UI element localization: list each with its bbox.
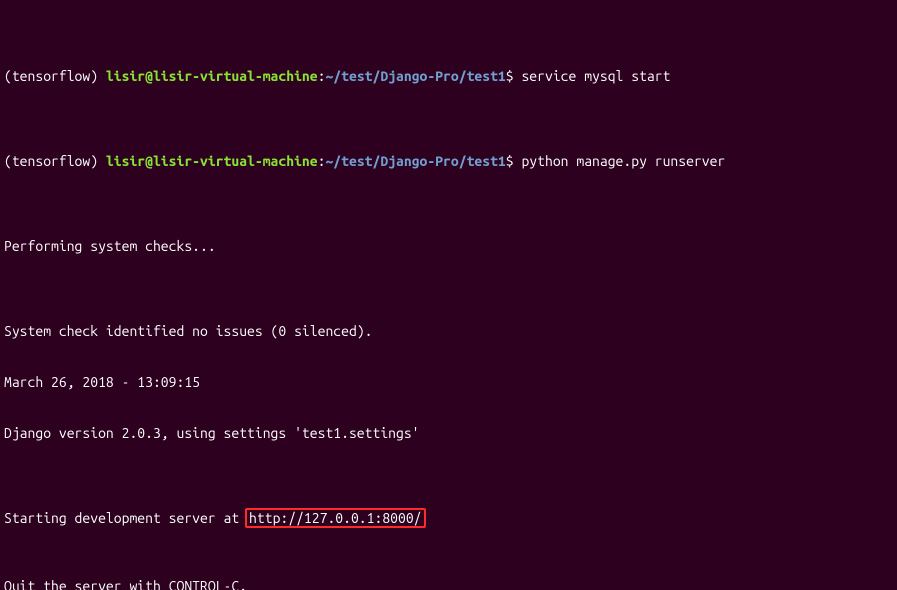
prompt-line: (tensorflow) lisir@lisir-virtual-machine… <box>4 68 893 85</box>
prompt-symbol: $ <box>506 153 522 169</box>
dev-server-prefix: Starting development server at <box>4 510 247 526</box>
venv-name: (tensorflow) <box>4 68 106 84</box>
prompt-symbol: $ <box>506 68 522 84</box>
output-line: Performing system checks... <box>4 238 893 255</box>
quit-hint: Quit the server with CONTROL-C. <box>4 578 893 590</box>
prompt-line: (tensorflow) lisir@lisir-virtual-machine… <box>4 153 893 170</box>
venv-name: (tensorflow) <box>4 153 106 169</box>
cwd-path: ~/test/Django-Pro/test1 <box>325 68 505 84</box>
output-line: System check identified no issues (0 sil… <box>4 323 893 340</box>
dev-server-url-highlight: http://127.0.0.1:8000/ <box>245 508 425 528</box>
terminal[interactable]: (tensorflow) lisir@lisir-virtual-machine… <box>0 0 897 590</box>
user-host: lisir@lisir-virtual-machine <box>106 153 318 169</box>
output-line: Django version 2.0.3, using settings 'te… <box>4 425 893 442</box>
user-host: lisir@lisir-virtual-machine <box>106 68 318 84</box>
command-text: service mysql start <box>521 68 670 84</box>
output-line: March 26, 2018 - 13:09:15 <box>4 374 893 391</box>
command-text: python manage.py runserver <box>521 153 725 169</box>
dev-server-line: Starting development server at http://12… <box>4 510 893 527</box>
cwd-path: ~/test/Django-Pro/test1 <box>325 153 505 169</box>
